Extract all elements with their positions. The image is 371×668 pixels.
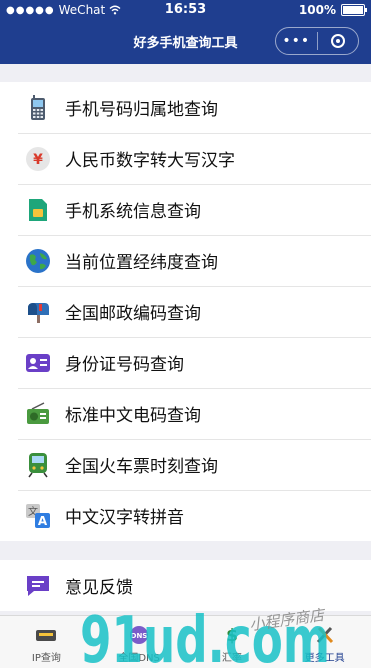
router-icon <box>34 624 58 646</box>
tab-ip-lookup[interactable]: IP查询 <box>0 616 93 668</box>
tab-more-tools[interactable]: 更多工具 <box>278 616 371 668</box>
svg-text:DNS: DNS <box>131 632 148 640</box>
menu-item-label: 全国火车票时刻查询 <box>65 457 218 477</box>
menu-item-coordinates[interactable]: 当前位置经纬度查询 <box>0 235 371 286</box>
menu-item-feedback[interactable]: 意见反馈 <box>0 560 371 611</box>
menu-item-id-card[interactable]: 身份证号码查询 <box>0 337 371 388</box>
menu-item-train-schedule[interactable]: 全国火车票时刻查询 <box>0 439 371 490</box>
menu-item-label: 意见反馈 <box>65 578 133 598</box>
train-icon <box>25 452 51 478</box>
tab-bar: IP查询 DNS 全国DNS $ 汇率 更多工具 <box>0 615 371 668</box>
battery-percent: 100% <box>298 3 336 17</box>
menu-item-telecode[interactable]: 标准中文电码查询 <box>0 388 371 439</box>
radio-icon <box>25 401 51 427</box>
menu-item-label: 全国邮政编码查询 <box>65 304 201 324</box>
sim-card-icon <box>25 197 51 223</box>
tools-icon <box>313 624 337 646</box>
close-button[interactable] <box>318 34 359 48</box>
close-circle-icon <box>330 34 345 48</box>
tab-label: 更多工具 <box>304 653 345 664</box>
chat-bubble-icon <box>25 573 51 599</box>
menu-item-label: 标准中文电码查询 <box>65 406 201 426</box>
tool-list: 手机号码归属地查询 ¥ 人民币数字转大写汉字 手机系统信息查询 当前位置经纬度查… <box>0 82 371 541</box>
id-card-icon <box>25 350 51 376</box>
tab-dns[interactable]: DNS 全国DNS <box>93 616 186 668</box>
menu-item-label: 人民币数字转大写汉字 <box>65 151 235 171</box>
yen-icon: ¥ <box>25 146 51 172</box>
mini-program-capsule: ••• <box>275 27 359 55</box>
menu-item-label: 手机系统信息查询 <box>65 202 201 222</box>
mobile-phone-icon <box>25 94 51 121</box>
menu-item-label: 手机号码归属地查询 <box>65 100 218 120</box>
menu-item-postcode[interactable]: 全国邮政编码查询 <box>0 286 371 337</box>
menu-item-system-info[interactable]: 手机系统信息查询 <box>0 184 371 235</box>
menu-item-label: 当前位置经纬度查询 <box>65 253 218 273</box>
svg-text:¥: ¥ <box>33 152 43 168</box>
svg-text:$: $ <box>226 626 238 645</box>
mailbox-icon <box>25 299 51 325</box>
dns-icon: DNS <box>127 624 151 646</box>
menu-item-phone-location[interactable]: 手机号码归属地查询 <box>0 82 371 133</box>
tab-label: 汇率 <box>221 653 242 664</box>
menu-item-label: 身份证号码查询 <box>65 355 184 375</box>
status-bar: ●●●●● WeChat 16:53 100% <box>0 0 371 20</box>
more-options-button[interactable]: ••• <box>276 33 317 49</box>
top-bar: ●●●●● WeChat 16:53 100% 好多手机查询工具 ••• <box>0 0 371 64</box>
tab-exchange-rate[interactable]: $ 汇率 <box>186 616 279 668</box>
battery-icon <box>341 4 367 16</box>
menu-item-rmb-to-chinese[interactable]: ¥ 人民币数字转大写汉字 <box>0 133 371 184</box>
tab-label: IP查询 <box>31 653 61 664</box>
feedback-section: 意见反馈 <box>0 560 371 611</box>
globe-icon <box>25 248 51 274</box>
translate-icon: 文 A <box>25 503 51 529</box>
menu-item-pinyin[interactable]: 文 A 中文汉字转拼音 <box>0 490 371 541</box>
dollar-icon: $ <box>220 624 244 646</box>
svg-text:A: A <box>38 514 48 528</box>
menu-item-label: 中文汉字转拼音 <box>65 508 184 528</box>
tab-label: 全国DNS <box>118 653 160 664</box>
